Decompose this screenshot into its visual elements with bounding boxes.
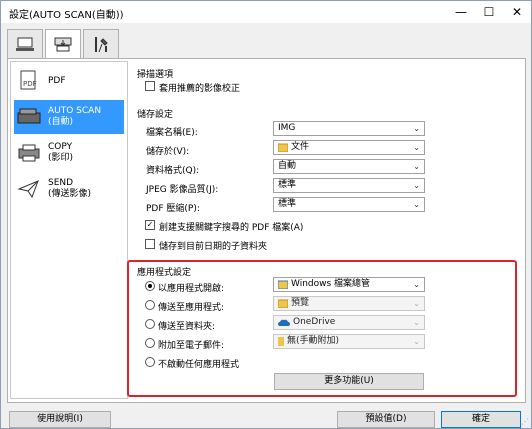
save-in-value: 文件 — [291, 142, 310, 152]
window-title: 設定(AUTO SCAN(自動)) — [9, 10, 124, 21]
chevron-down-icon: ⌄ — [413, 299, 420, 308]
date-subfolder-checkbox[interactable] — [145, 239, 155, 249]
send-to-folder-value: OneDrive — [293, 317, 336, 327]
sidebar-item-pdf[interactable]: PDF PDF — [14, 64, 124, 98]
tab-general-settings[interactable] — [83, 29, 119, 59]
close-button[interactable]: ✕ — [503, 1, 531, 23]
open-with-app-value: Windows 檔案總管 — [291, 279, 371, 289]
jpeg-quality-value: 標準 — [278, 180, 297, 190]
send-to-app-label: 傳送至應用程式: — [158, 303, 225, 313]
send-to-folder-label: 傳送至資料夾: — [158, 322, 216, 332]
date-subfolder-label: 儲存到目前日期的子資料夾 — [159, 242, 268, 252]
tab-scan-from-panel[interactable] — [45, 29, 81, 60]
file-name-value: IMG — [278, 123, 296, 133]
radio-open-with-app[interactable] — [145, 281, 155, 291]
chevron-down-icon: ⌄ — [413, 337, 420, 346]
attach-email-label: 附加至電子郵件: — [158, 341, 225, 351]
data-format-dropdown[interactable]: 自動 ⌄ — [273, 159, 425, 174]
svg-text:PDF: PDF — [23, 80, 37, 88]
chevron-down-icon: ⌄ — [413, 162, 420, 171]
send-to-folder-dropdown[interactable]: OneDrive ⌄ — [273, 315, 425, 330]
chevron-down-icon: ⌄ — [413, 280, 420, 289]
save-in-label: 儲存於(V): — [146, 147, 190, 157]
sidebar-item-label: AUTO SCAN (自動) — [48, 106, 102, 127]
ok-button[interactable]: 確定 — [441, 411, 521, 428]
resize-grip-icon[interactable]: ⋰ — [521, 417, 529, 426]
chevron-down-icon: ⌄ — [413, 181, 420, 190]
sidebar-item-label: SEND (傳送影像) — [48, 178, 92, 199]
attach-email-value: 無(手動附加) — [287, 336, 340, 346]
sidebar-item-auto-scan[interactable]: AUTO SCAN (自動) — [14, 100, 124, 134]
no-app-label: 不啟動任何應用程式 — [158, 360, 240, 370]
minimize-button[interactable]: — — [447, 1, 475, 23]
sidebar-item-send[interactable]: SEND (傳送影像) — [14, 172, 124, 206]
mail-icon — [278, 337, 284, 346]
scanner-device-icon — [54, 37, 72, 52]
data-format-label: 資料格式(Q): — [146, 166, 200, 176]
scan-options-title: 掃描選項 — [137, 70, 174, 80]
chevron-down-icon: ⌄ — [413, 124, 420, 133]
chevron-down-icon: ⌄ — [413, 318, 420, 327]
folder-icon — [278, 299, 288, 308]
pdf-compression-value: 標準 — [278, 199, 297, 209]
scanner-icon — [14, 104, 44, 130]
pdf-icon: PDF — [14, 68, 44, 94]
radio-send-to-app[interactable] — [145, 300, 155, 310]
open-with-app-label: 以應用程式開啟: — [158, 284, 225, 294]
save-settings-title: 儲存設定 — [137, 110, 174, 120]
send-to-app-value: 預覽 — [291, 298, 310, 308]
radio-send-to-folder[interactable] — [145, 319, 155, 329]
folder-icon — [278, 143, 288, 152]
radio-attach-email[interactable] — [145, 338, 155, 348]
tools-icon — [95, 36, 108, 52]
printer-icon — [14, 140, 44, 166]
maximize-button[interactable]: ☐ — [475, 1, 503, 23]
send-to-app-dropdown[interactable]: 預覽 ⌄ — [273, 296, 425, 311]
sidebar: PDF PDF AUTO SCAN (自動) COPY (影印) SEND (傳… — [10, 61, 128, 399]
sidebar-item-label: PDF — [48, 75, 66, 86]
defaults-button[interactable]: 預設值(D) — [337, 411, 435, 428]
file-name-dropdown[interactable]: IMG ⌄ — [273, 121, 425, 136]
chevron-down-icon: ⌄ — [413, 200, 420, 209]
cloud-icon — [278, 319, 290, 326]
data-format-value: 自動 — [278, 161, 297, 171]
app-settings-title: 應用程式設定 — [137, 268, 192, 278]
radio-no-app[interactable] — [145, 357, 155, 367]
save-in-dropdown[interactable]: 文件 ⌄ — [273, 140, 425, 155]
attach-email-dropdown[interactable]: 無(手動附加) ⌄ — [273, 334, 425, 349]
auto-correct-checkbox[interactable] — [145, 81, 155, 91]
auto-correct-label: 套用推薦的影像校正 — [159, 84, 241, 94]
tab-scan-from-computer[interactable] — [7, 29, 43, 59]
pdf-compression-dropdown[interactable]: 標準 ⌄ — [273, 197, 425, 212]
chevron-down-icon: ⌄ — [413, 143, 420, 152]
searchable-pdf-label: 創建支援關鍵字搜尋的 PDF 檔案(A) — [159, 223, 304, 233]
help-button[interactable]: 使用說明(I) — [9, 411, 111, 428]
sidebar-item-label: COPY (影印) — [48, 142, 74, 163]
sidebar-item-copy[interactable]: COPY (影印) — [14, 136, 124, 170]
computer-scan-icon — [16, 37, 34, 51]
send-icon — [14, 176, 44, 202]
title-bar: 設定(AUTO SCAN(自動)) — ☐ ✕ — [1, 1, 531, 23]
explorer-icon — [278, 280, 288, 289]
searchable-pdf-checkbox[interactable]: ✓ — [145, 220, 155, 230]
open-with-app-dropdown[interactable]: Windows 檔案總管 ⌄ — [273, 277, 425, 292]
jpeg-quality-label: JPEG 影像品質(J): — [146, 185, 219, 195]
more-functions-button[interactable]: 更多功能(U) — [274, 373, 424, 390]
file-name-label: 檔案名稱(E): — [146, 128, 198, 138]
pdf-compression-label: PDF 壓縮(P): — [146, 204, 200, 214]
settings-window: 設定(AUTO SCAN(自動)) — ☐ ✕ PDF PDF AUTO SCA… — [0, 0, 532, 429]
jpeg-quality-dropdown[interactable]: 標準 ⌄ — [273, 178, 425, 193]
